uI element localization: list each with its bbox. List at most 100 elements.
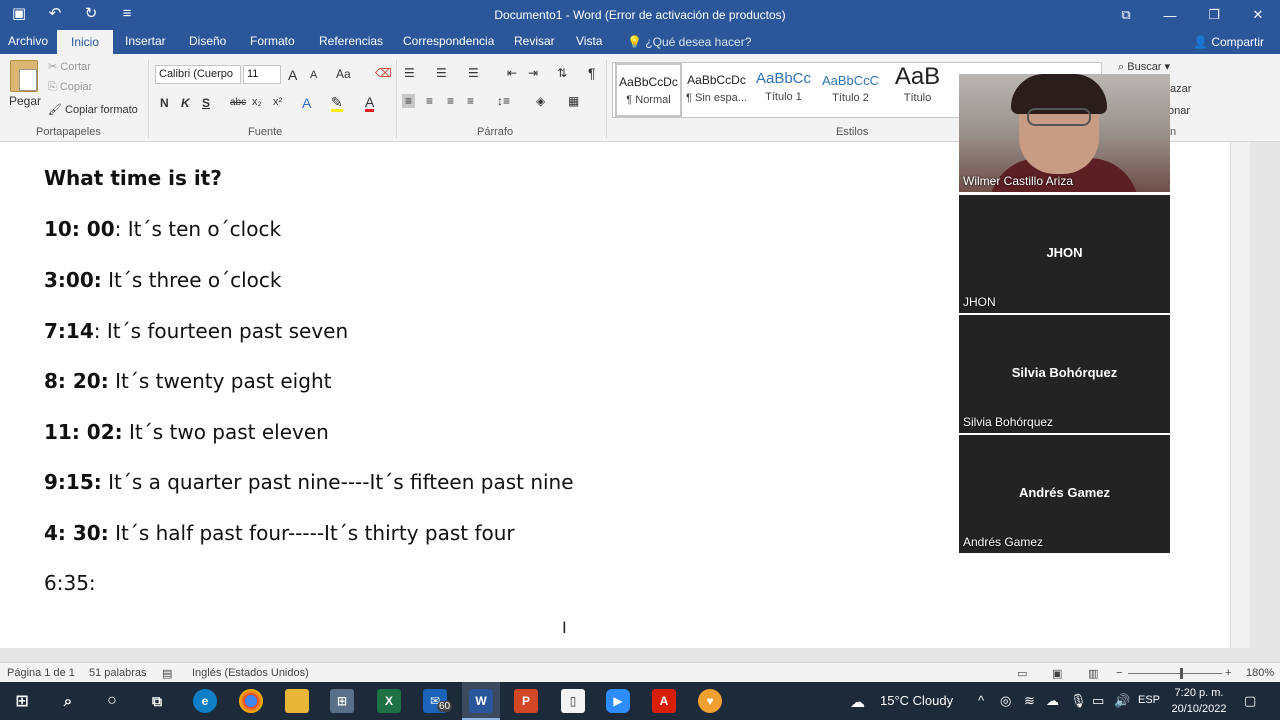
web-layout-icon[interactable]: ▥ bbox=[1088, 667, 1098, 680]
zoom-slider-track[interactable] bbox=[1128, 673, 1222, 674]
tab-archivo[interactable]: Archivo bbox=[8, 34, 48, 48]
battery-icon[interactable]: ▭ bbox=[1092, 693, 1104, 709]
align-left-icon[interactable]: ≡ bbox=[402, 94, 416, 108]
network-icon[interactable]: ≋ bbox=[1024, 693, 1035, 709]
powerpoint-icon[interactable]: P bbox=[514, 689, 538, 713]
grow-font-icon[interactable]: A bbox=[288, 67, 297, 83]
line-spacing-icon[interactable]: ↕≡ bbox=[497, 94, 510, 108]
align-center-icon[interactable]: ≡ bbox=[426, 94, 433, 108]
tab-correspondencia[interactable]: Correspondencia bbox=[403, 34, 494, 48]
style-normal[interactable]: AaBbCcDc ¶ Normal bbox=[615, 63, 682, 117]
bullets-icon[interactable]: ☰ bbox=[404, 66, 415, 80]
print-layout-icon[interactable]: ▣ bbox=[1052, 667, 1062, 680]
proofing-icon[interactable]: ▤ bbox=[162, 667, 172, 680]
style-title[interactable]: AaB Título bbox=[884, 63, 951, 117]
tab-diseno[interactable]: Diseño bbox=[189, 34, 226, 48]
numbering-icon[interactable]: ☰ bbox=[436, 66, 447, 80]
participant-tile-video[interactable]: Wilmer Castillo Ariza bbox=[959, 74, 1170, 192]
shading-icon[interactable]: ◈ bbox=[536, 94, 545, 108]
word-count[interactable]: 51 palabras bbox=[89, 667, 147, 679]
chevron-up-icon[interactable]: ^ bbox=[978, 693, 984, 708]
tab-revisar[interactable]: Revisar bbox=[514, 34, 555, 48]
participant-tile[interactable]: JHON JHON bbox=[959, 195, 1170, 313]
zoom-app-icon[interactable]: ▶ bbox=[606, 689, 630, 713]
task-view-icon[interactable]: ⧉ bbox=[145, 689, 169, 713]
meet-now-icon[interactable]: ◎ bbox=[1000, 693, 1011, 709]
justify-icon[interactable]: ≡ bbox=[467, 94, 474, 108]
restore-icon[interactable]: ❐ bbox=[1192, 0, 1236, 30]
subscript-button[interactable]: x₂ bbox=[252, 96, 262, 108]
font-size-box[interactable]: 11 bbox=[243, 65, 281, 84]
weather-text[interactable]: 15°C Cloudy bbox=[880, 693, 953, 708]
cortana-icon[interactable]: ○ bbox=[100, 689, 124, 713]
microphone-icon[interactable]: 🎙 bbox=[1070, 693, 1087, 709]
browser-icon[interactable]: ♥ bbox=[698, 689, 722, 713]
volume-icon[interactable]: 🔊 bbox=[1114, 693, 1130, 709]
select-button[interactable]: onar bbox=[1168, 105, 1190, 117]
tab-insertar[interactable]: Insertar bbox=[125, 34, 166, 48]
bold-button[interactable]: N bbox=[160, 96, 169, 110]
weather-cloud-icon[interactable]: ☁ bbox=[850, 693, 865, 711]
cut-button[interactable]: ✂ Cortar bbox=[48, 60, 91, 73]
language-indicator[interactable]: Inglés (Estados Unidos) bbox=[192, 667, 309, 679]
format-painter-button[interactable]: 🖌 Copiar formato bbox=[48, 103, 138, 116]
copy-button[interactable]: ⎘ Copiar bbox=[48, 81, 92, 94]
participant-tile[interactable]: Silvia Bohórquez Silvia Bohórquez bbox=[959, 315, 1170, 433]
excel-icon[interactable]: X bbox=[377, 689, 401, 713]
read-mode-icon[interactable]: ▭ bbox=[1017, 667, 1027, 680]
underline-button[interactable]: S bbox=[202, 96, 210, 110]
close-icon[interactable]: ✕ bbox=[1236, 0, 1280, 30]
input-language[interactable]: ESP bbox=[1138, 694, 1160, 706]
zoom-out-icon[interactable]: − bbox=[1116, 667, 1122, 679]
show-formatting-icon[interactable]: ¶ bbox=[588, 65, 596, 81]
find-button[interactable]: ⌕ Buscar ▾ bbox=[1118, 60, 1170, 74]
store-icon[interactable]: ⊞ bbox=[330, 689, 354, 713]
align-right-icon[interactable]: ≡ bbox=[447, 94, 454, 108]
text-effects-icon[interactable]: A bbox=[302, 95, 311, 111]
multilevel-list-icon[interactable]: ☰ bbox=[468, 66, 479, 80]
paste-icon[interactable] bbox=[10, 60, 38, 92]
zoom-slider-thumb[interactable] bbox=[1180, 668, 1183, 679]
ribbon-display-icon[interactable]: ⧉ bbox=[1104, 0, 1148, 30]
share-button[interactable]: 👤 Compartir bbox=[1193, 35, 1264, 49]
highlight-icon[interactable]: ✎ bbox=[331, 95, 343, 112]
font-color-icon[interactable]: A bbox=[365, 95, 375, 112]
increase-indent-icon[interactable]: ⇥ bbox=[528, 66, 538, 80]
vertical-scrollbar[interactable] bbox=[1230, 142, 1250, 648]
minimize-icon[interactable]: — bbox=[1148, 0, 1192, 30]
acrobat-icon[interactable]: A bbox=[652, 689, 676, 713]
italic-button[interactable]: K bbox=[181, 96, 190, 110]
paste-button[interactable]: Pegar bbox=[9, 94, 41, 108]
participant-tile[interactable]: Andrés Gamez Andrés Gamez bbox=[959, 435, 1170, 553]
sort-icon[interactable]: ⇅ bbox=[557, 66, 567, 80]
clear-format-icon[interactable]: ⌫ bbox=[375, 66, 392, 80]
shrink-font-icon[interactable]: A bbox=[310, 69, 317, 81]
tab-referencias[interactable]: Referencias bbox=[319, 34, 383, 48]
system-clock[interactable]: 7:20 p. m. 20/10/2022 bbox=[1168, 685, 1230, 717]
file-explorer-icon[interactable] bbox=[285, 689, 309, 713]
style-heading-1[interactable]: AaBbCc Título 1 bbox=[750, 63, 817, 117]
cloud-icon[interactable]: ☁ bbox=[1046, 693, 1059, 709]
search-icon[interactable]: ⌕ bbox=[56, 689, 80, 713]
tab-inicio[interactable]: Inicio bbox=[57, 30, 114, 54]
tell-me-search[interactable]: 💡 ¿Qué desea hacer? bbox=[627, 35, 751, 49]
change-case-icon[interactable]: Aa bbox=[336, 67, 351, 81]
borders-icon[interactable]: ▦ bbox=[568, 94, 579, 108]
decrease-indent-icon[interactable]: ⇤ bbox=[507, 66, 517, 80]
replace-button[interactable]: azar bbox=[1170, 83, 1191, 95]
strikethrough-button[interactable]: abc bbox=[230, 97, 246, 108]
tab-formato[interactable]: Formato bbox=[250, 34, 295, 48]
zoom-level[interactable]: 180% bbox=[1246, 667, 1274, 679]
zoom-in-icon[interactable]: + bbox=[1225, 667, 1231, 679]
page-count[interactable]: Página 1 de 1 bbox=[7, 667, 75, 679]
style-no-spacing[interactable]: AaBbCcDc ¶ Sin espa... bbox=[683, 63, 750, 117]
chrome-icon[interactable] bbox=[239, 689, 263, 713]
font-name-box[interactable]: Calibri (Cuerpo bbox=[155, 65, 241, 84]
tab-vista[interactable]: Vista bbox=[576, 34, 602, 48]
word-icon[interactable]: W bbox=[469, 689, 493, 713]
notifications-icon[interactable]: ▢ bbox=[1244, 693, 1256, 709]
windows-start-icon[interactable]: ⊞ bbox=[10, 689, 34, 713]
edge-icon[interactable]: e bbox=[193, 689, 217, 713]
style-heading-2[interactable]: AaBbCcC Título 2 bbox=[817, 63, 884, 117]
notepad-icon[interactable]: ▯ bbox=[561, 689, 585, 713]
